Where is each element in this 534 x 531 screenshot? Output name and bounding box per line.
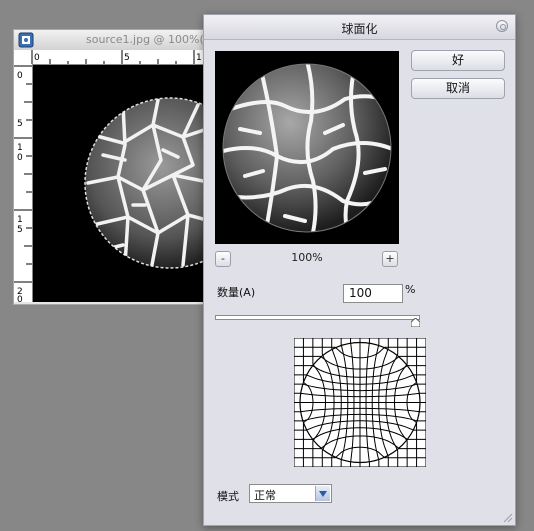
app-icon — [18, 32, 34, 48]
spherize-dialog: 球面化 - 100% + 好 取消 数量(A) 100 % 模式 正常 — [203, 14, 516, 526]
mode-select[interactable]: 正常 — [249, 484, 332, 503]
close-icon[interactable] — [496, 20, 508, 32]
amount-input[interactable]: 100 — [343, 284, 403, 303]
document-window: source1.jpg @ 100%(R 0 5 1 0 5 1 0 1 5 2… — [13, 29, 214, 305]
ruler-vertical: 0 5 1 0 1 5 2 0 — [14, 64, 33, 302]
cancel-button[interactable]: 取消 — [411, 78, 505, 99]
ruler-label: 5 — [17, 225, 23, 235]
ruler-label: 1 — [17, 215, 23, 225]
document-title: source1.jpg @ 100%(R — [86, 33, 206, 46]
ruler-label: 0 — [17, 295, 23, 302]
document-sphere-image — [84, 97, 214, 269]
ruler-label: 5 — [17, 119, 23, 129]
zoom-in-button[interactable]: + — [382, 251, 398, 267]
ruler-label: 1 — [196, 53, 202, 63]
amount-slider-track[interactable] — [215, 315, 420, 320]
sphere-preview-image — [222, 63, 392, 233]
ruler-label: 5 — [124, 53, 130, 63]
ok-button[interactable]: 好 — [411, 50, 505, 71]
ruler-horizontal: 0 5 1 0 — [14, 50, 212, 65]
amount-slider-thumb[interactable] — [411, 318, 420, 327]
dialog-title: 球面化 — [341, 22, 378, 36]
chevron-down-icon[interactable] — [315, 486, 330, 501]
ruler-label: 1 — [17, 143, 23, 153]
filter-preview[interactable] — [215, 51, 399, 244]
ruler-label: 0 — [17, 153, 23, 163]
document-titlebar[interactable]: source1.jpg @ 100%(R — [14, 30, 212, 51]
dialog-titlebar[interactable]: 球面化 — [204, 15, 515, 40]
amount-label: 数量(A) — [217, 286, 256, 299]
distortion-grid-preview — [294, 338, 426, 467]
ruler-label: 0 — [34, 53, 40, 63]
mode-value: 正常 — [254, 489, 276, 502]
zoom-level: 100% — [291, 251, 323, 264]
mode-label: 模式 — [217, 490, 239, 503]
document-canvas[interactable] — [33, 65, 214, 302]
ruler-label: 0 — [17, 71, 23, 81]
amount-unit: % — [405, 283, 416, 296]
resize-grip-icon[interactable] — [501, 511, 513, 523]
zoom-out-button[interactable]: - — [215, 251, 231, 267]
